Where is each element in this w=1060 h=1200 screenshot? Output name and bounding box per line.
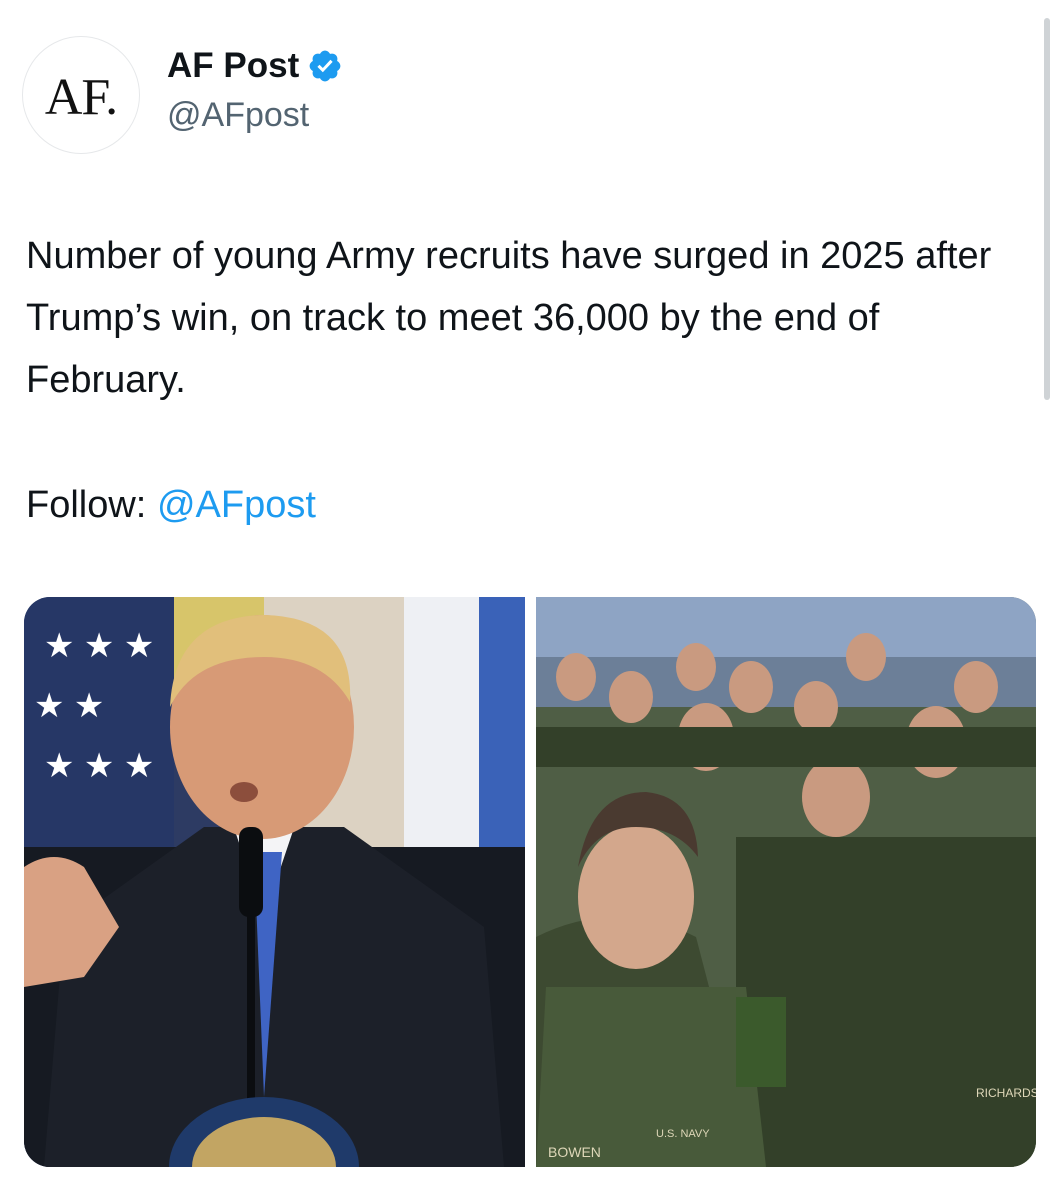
- avatar-logo-text: AF.: [44, 68, 118, 126]
- avatar[interactable]: AF.: [22, 36, 140, 154]
- mention-link[interactable]: @AFpost: [157, 484, 316, 526]
- nametape-bowen: BOWEN: [548, 1144, 601, 1160]
- nametape-richards: RICHARDS: [976, 1086, 1036, 1100]
- scrollbar[interactable]: [1044, 18, 1050, 400]
- verified-badge-icon: [309, 50, 341, 82]
- navy-tape: U.S. NAVY: [656, 1128, 710, 1140]
- tweet-text: Number of young Army recruits have surge…: [26, 225, 1016, 411]
- navy-recruits-photo[interactable]: BOWEN RICHARDS U.S. NAVY: [536, 597, 1036, 1167]
- author-name-row[interactable]: AF Post: [167, 46, 343, 86]
- svg-text:★ ★ ★: ★ ★ ★: [44, 747, 154, 785]
- follow-label: Follow:: [26, 484, 147, 526]
- svg-text:★ ★: ★ ★: [34, 687, 104, 725]
- svg-text:★ ★ ★: ★ ★ ★: [44, 627, 154, 665]
- display-name[interactable]: AF Post: [167, 46, 299, 86]
- media-grid: ★ ★ ★ ★ ★ ★ ★ ★ BOWEN RICHARDS U.S. NAVY: [24, 597, 1036, 1167]
- follow-line: Follow: @AFpost: [26, 474, 316, 536]
- tweet-body: Number of young Army recruits have surge…: [26, 235, 992, 401]
- trump-speaking-photo[interactable]: ★ ★ ★ ★ ★ ★ ★ ★: [24, 597, 525, 1167]
- author-handle[interactable]: @AFpost: [167, 96, 309, 135]
